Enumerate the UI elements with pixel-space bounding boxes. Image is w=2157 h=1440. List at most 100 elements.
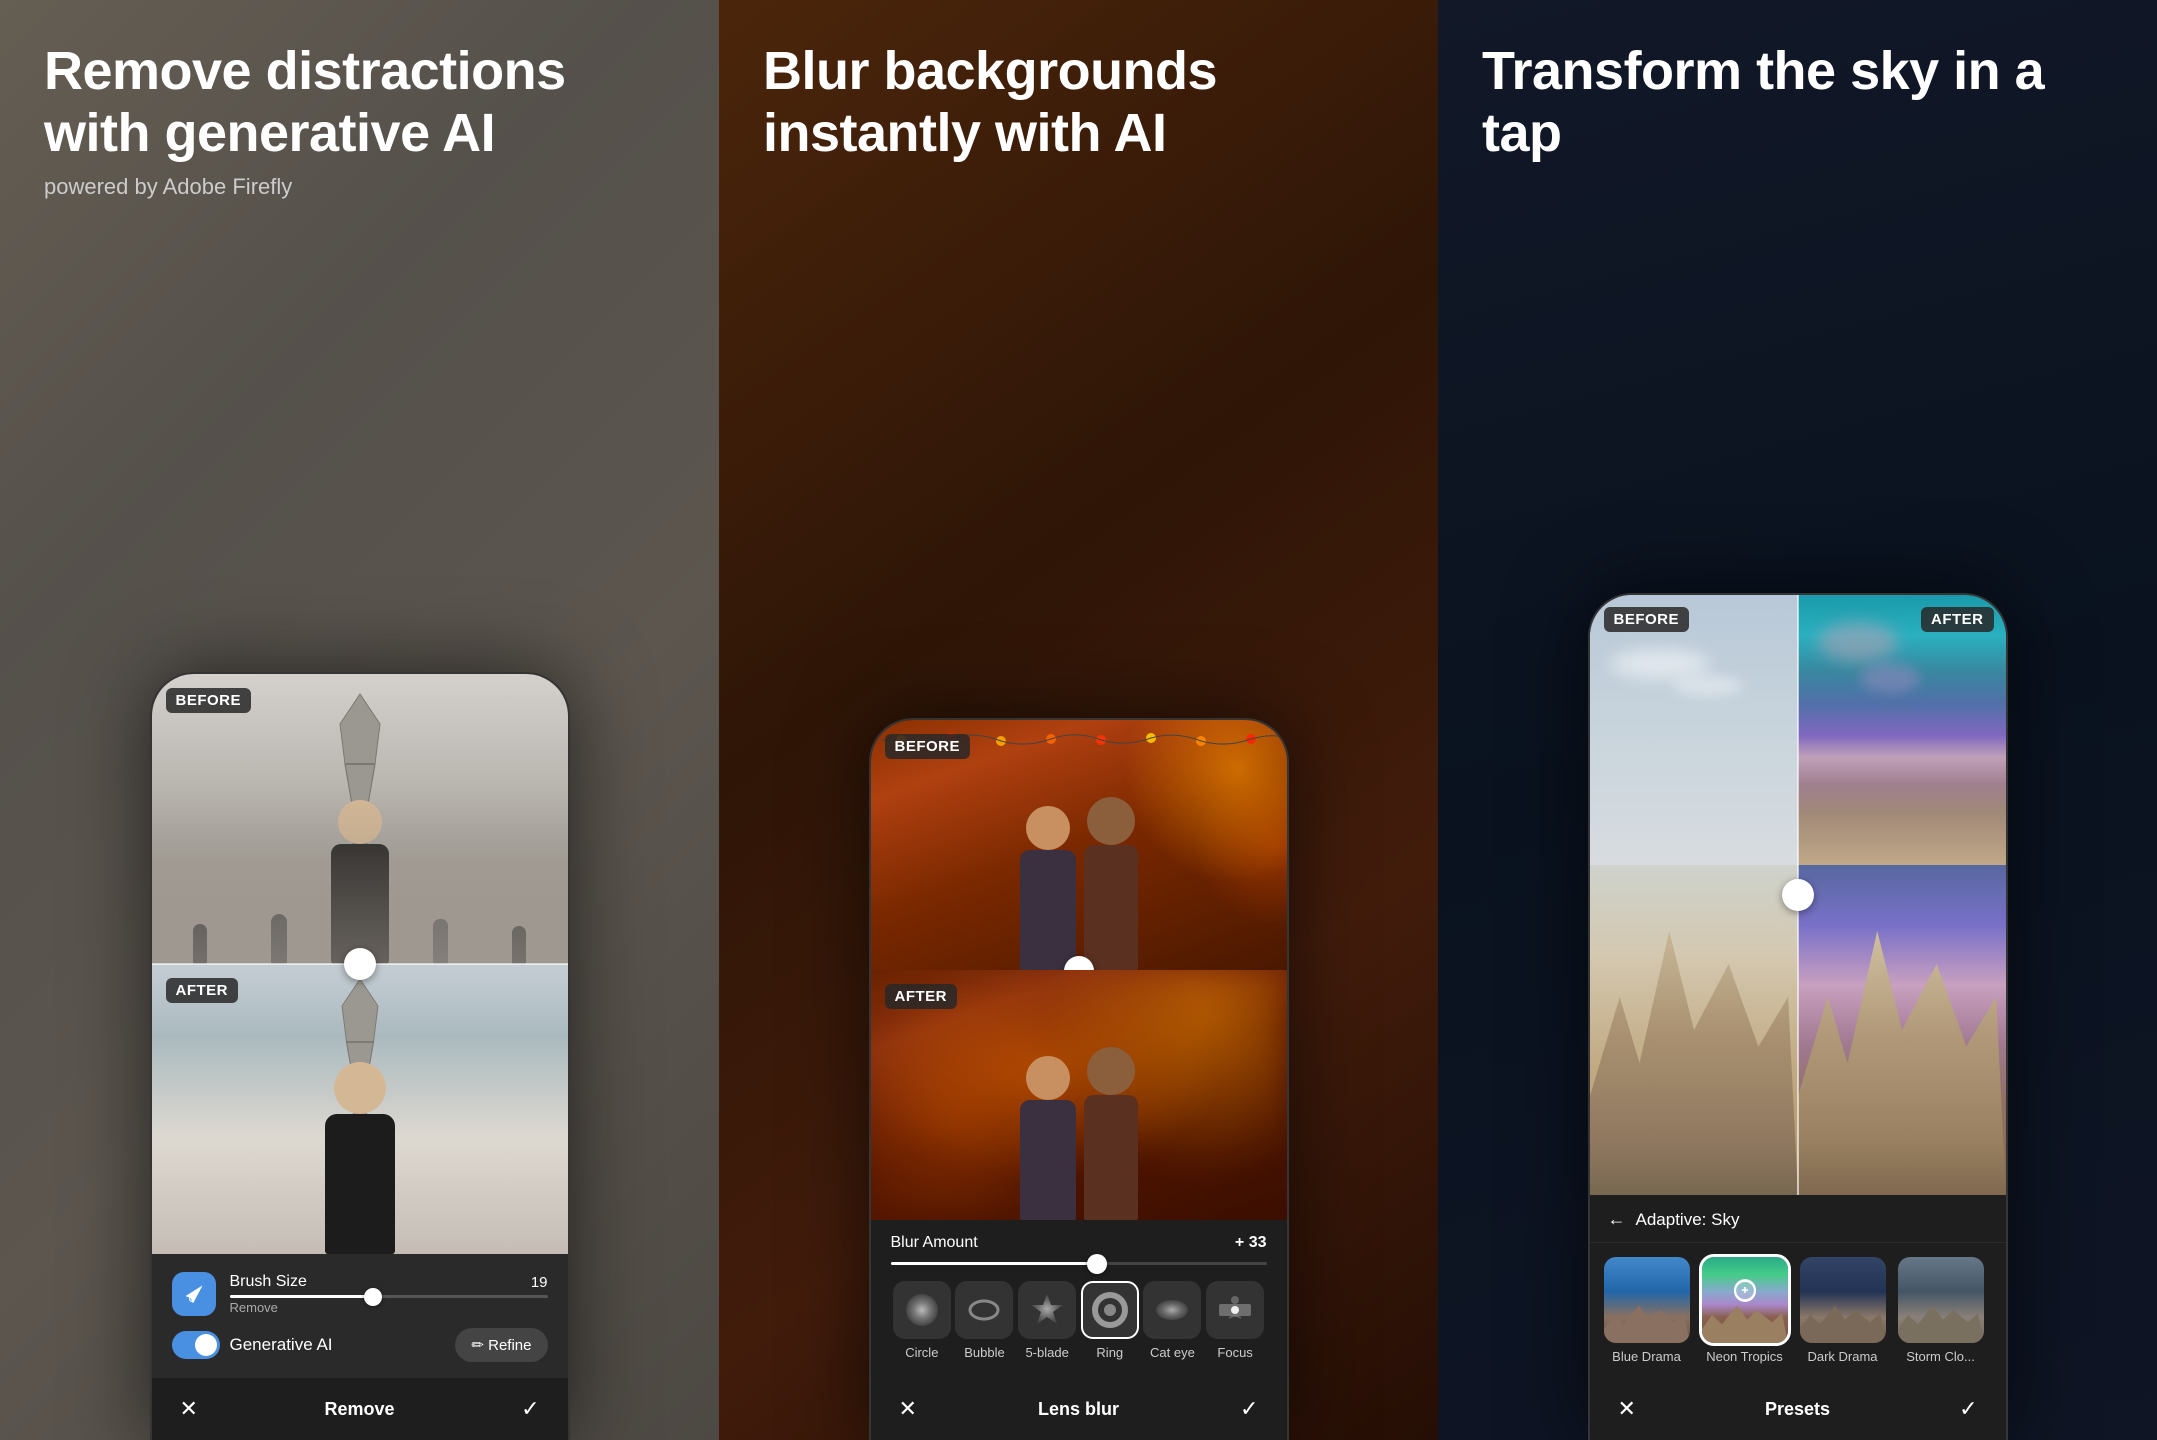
person-head-after-2 [1026, 1056, 1070, 1100]
blur-controls: Blur Amount + 33 [871, 1220, 1287, 1378]
preset-thumb-neon-tropics [1702, 1257, 1788, 1343]
carnival-people-before [1020, 797, 1138, 970]
person-body-before-3 [1084, 845, 1138, 970]
person-head-after-3 [1087, 1047, 1135, 1095]
person-body-before [331, 844, 389, 964]
photo-before-1: BEFORE [152, 674, 568, 964]
preset-thumb-blue-drama [1604, 1257, 1690, 1343]
blur-5blade-icon [1018, 1281, 1076, 1339]
circle-blur-svg [902, 1290, 942, 1330]
gen-ai-toggle[interactable] [172, 1331, 220, 1359]
sky-preset-title: Adaptive: Sky [1636, 1210, 1740, 1230]
bubble-blur-svg [964, 1290, 1004, 1330]
panel-remove: Remove distractions with generative AI p… [0, 0, 719, 1440]
blur-type-cateye[interactable]: Cat eye [1143, 1281, 1201, 1360]
panel-2-header: Blur backgrounds instantly with AI [763, 40, 1394, 164]
close-button-1[interactable]: ✕ [180, 1396, 198, 1422]
brush-slider-track[interactable] [230, 1295, 548, 1298]
sky-back-row: ← Adaptive: Sky [1590, 1195, 2006, 1243]
neon-cloud-2 [1860, 663, 1920, 693]
blur-type-bubble[interactable]: Bubble [955, 1281, 1013, 1360]
confirm-button-2[interactable]: ✓ [1240, 1396, 1258, 1422]
person-head-before-2 [1026, 806, 1070, 850]
blur-bubble-label: Bubble [964, 1345, 1004, 1360]
controls-panel-1: Brush Size 19 Remove [152, 1254, 568, 1378]
crowd-p2 [271, 914, 287, 964]
preset-dark-drama[interactable]: Dark Drama [1800, 1257, 1886, 1364]
back-arrow-icon[interactable]: ← [1608, 1209, 1626, 1230]
bottom-bar-3: ✕ Presets ✓ [1590, 1378, 2006, 1440]
blur-slider-thumb[interactable] [1087, 1254, 1107, 1274]
blur-amount-label: Blur Amount [891, 1234, 978, 1252]
preset-storm-clo[interactable]: Storm Clo... [1898, 1257, 1984, 1364]
blur-type-ring[interactable]: Ring [1081, 1281, 1139, 1360]
blur-types-row: Circle Bubble [891, 1281, 1267, 1360]
preset-label-dark-drama: Dark Drama [1807, 1349, 1877, 1364]
cloud-2 [1673, 676, 1743, 696]
preset-label-storm-clo: Storm Clo... [1906, 1349, 1975, 1364]
person-right-after [1084, 1047, 1138, 1220]
sky-photo-area: BEFORE [1590, 595, 2006, 1195]
preset-thumb-storm-clo [1898, 1257, 1984, 1343]
crowd-p4 [433, 919, 448, 964]
brush-value: 19 [524, 1274, 548, 1291]
sky-after-half: AFTER [1798, 595, 2006, 1195]
brush-slider-thumb[interactable] [364, 1288, 382, 1306]
blur-type-5blade[interactable]: 5-blade [1018, 1281, 1076, 1360]
person-left-before [1020, 806, 1076, 970]
panel-3-header: Transform the sky in a tap [1482, 40, 2113, 164]
close-button-2[interactable]: ✕ [899, 1396, 917, 1422]
panel-1-header: Remove distractions with generative AI p… [44, 40, 675, 200]
blur-cateye-label: Cat eye [1150, 1345, 1195, 1360]
confirm-button-3[interactable]: ✓ [1959, 1396, 1977, 1422]
photo-area-1: BEFORE [152, 674, 568, 1254]
blur-bubble-icon [955, 1281, 1013, 1339]
refine-button[interactable]: ✏ Refine [455, 1328, 547, 1362]
blur-amount-row: Blur Amount + 33 [891, 1234, 1267, 1252]
after-badge-3: AFTER [1921, 607, 1994, 632]
preset-mountain-dd [1800, 1296, 1886, 1343]
phone-3-screen: BEFORE [1588, 593, 2008, 1440]
preset-mountain-bd [1604, 1296, 1690, 1343]
panel-sky: Transform the sky in a tap [1438, 0, 2157, 1440]
action-label-3: Presets [1765, 1399, 1830, 1420]
phone-3-wrap: BEFORE [1588, 593, 2008, 1440]
person-body-after-3 [1084, 1095, 1138, 1220]
confirm-button-1[interactable]: ✓ [521, 1396, 539, 1422]
blur-type-focus[interactable]: Focus [1206, 1281, 1264, 1360]
blur-circle-label: Circle [905, 1345, 938, 1360]
close-button-3[interactable]: ✕ [1618, 1396, 1636, 1422]
preset-blue-drama[interactable]: Blue Drama [1604, 1257, 1690, 1364]
sky-presets-row: Blue Drama [1590, 1243, 2006, 1378]
gen-ai-label: Generative AI [230, 1335, 333, 1355]
brush-row: Brush Size 19 Remove [172, 1272, 548, 1316]
gen-ai-left: Generative AI [172, 1331, 333, 1359]
blur-ring-icon [1081, 1281, 1139, 1339]
brush-slider-row [230, 1295, 548, 1298]
blur-circle-icon [893, 1281, 951, 1339]
main-person-after [325, 1062, 395, 1254]
blur-cateye-icon [1143, 1281, 1201, 1339]
phone-1-screen: BEFORE [150, 672, 570, 1440]
blur-type-circle[interactable]: Circle [893, 1281, 951, 1360]
person-left-after [1020, 1056, 1076, 1220]
after-badge-1: AFTER [166, 978, 239, 1003]
preset-thumb-dark-drama [1800, 1257, 1886, 1343]
divider-handle-1[interactable] [344, 948, 376, 980]
photo-after-1: AFTER [152, 964, 568, 1254]
blur-slider-track[interactable] [891, 1262, 1267, 1265]
person-head-before-3 [1087, 797, 1135, 845]
bottom-bar-2: ✕ Lens blur ✓ [871, 1378, 1287, 1440]
5blade-blur-svg [1027, 1290, 1067, 1330]
blur-focus-label: Focus [1217, 1345, 1252, 1360]
carnival-people-after [1020, 1047, 1138, 1220]
crowd-p1 [193, 924, 207, 964]
panel-3-title: Transform the sky in a tap [1482, 40, 2113, 164]
preset-neon-tropics[interactable]: Neon Tropics [1702, 1257, 1788, 1364]
preset-mountain-nt [1702, 1296, 1788, 1343]
sky-divider-handle[interactable] [1782, 879, 1814, 911]
preset-label-blue-drama: Blue Drama [1612, 1349, 1681, 1364]
blur-before-area: BEFORE [871, 720, 1287, 970]
blur-after-area: AFTER [871, 970, 1287, 1220]
brush-icon [172, 1272, 216, 1316]
